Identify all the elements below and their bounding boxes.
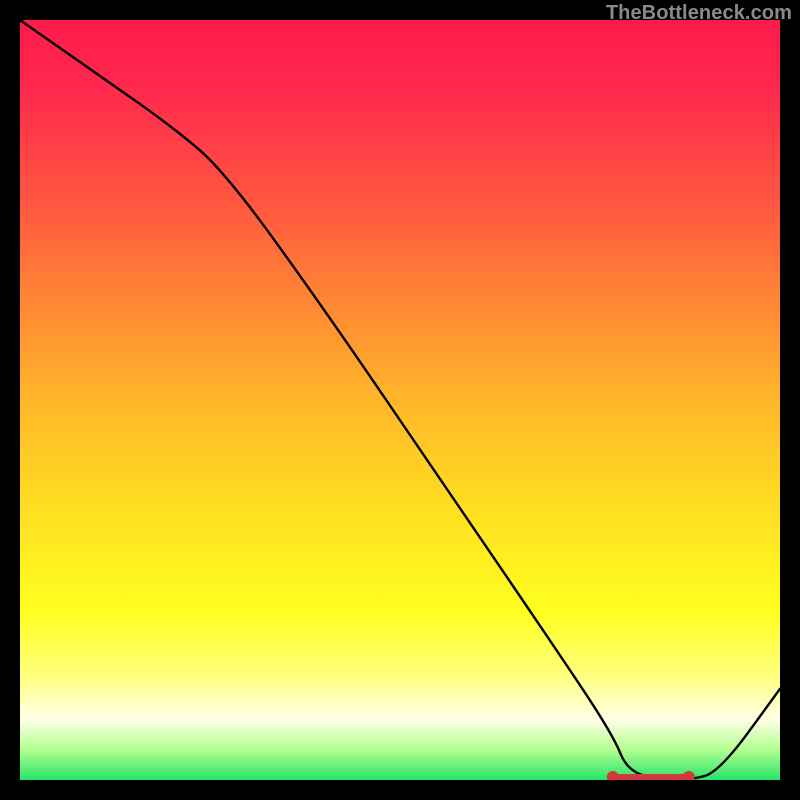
plot-area xyxy=(20,20,780,780)
chart-stage: TheBottleneck.com xyxy=(0,0,800,800)
optimal-range-markers xyxy=(20,20,780,780)
watermark-text: TheBottleneck.com xyxy=(606,2,792,25)
